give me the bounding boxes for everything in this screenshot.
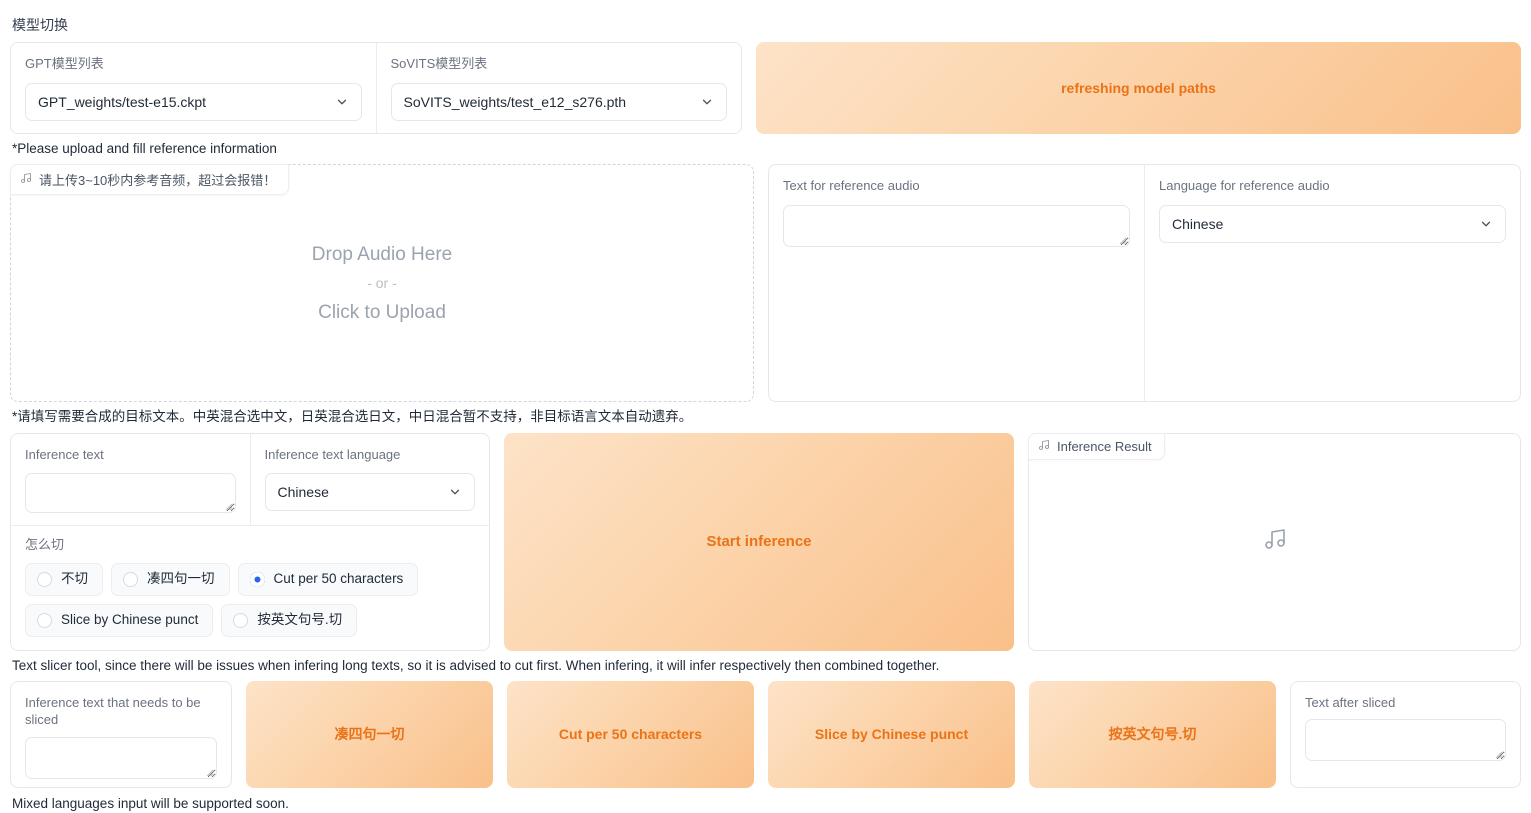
inference-result-chip: Inference Result xyxy=(1028,433,1165,460)
reference-text-label: Text for reference audio xyxy=(783,177,1130,195)
radio-slice-english-period[interactable]: 按英文句号.切 xyxy=(221,604,357,637)
inference-text-cell: Inference text xyxy=(11,434,250,526)
reference-section-label: *Please upload and fill reference inform… xyxy=(12,140,1521,158)
inference-input-panel: Inference text Inference text language C… xyxy=(10,433,490,651)
inference-result-panel[interactable]: Inference Result xyxy=(1028,433,1521,651)
start-inference-button[interactable]: Start inference xyxy=(504,433,1014,651)
slicer-button-four-sentences[interactable]: 凑四句一切 xyxy=(246,681,493,788)
slicer-row: Inference text that needs to be sliced 凑… xyxy=(10,681,1521,788)
reference-text-input[interactable] xyxy=(783,205,1130,247)
radio-slice-chinese-punct[interactable]: Slice by Chinese punct xyxy=(25,604,213,637)
slicer-output-label: Text after sliced xyxy=(1305,694,1506,712)
radio-indicator-icon xyxy=(37,613,52,628)
sovits-model-dropdown[interactable]: SoVITS_weights/test_e12_s276.pth xyxy=(391,83,728,121)
reference-row: 请上传3~10秒内参考音频，超过会报错！ Drop Audio Here - o… xyxy=(10,164,1521,402)
gpt-model-dropdown[interactable]: GPT_weights/test-e15.ckpt xyxy=(25,83,362,121)
inference-text-input[interactable] xyxy=(25,473,236,513)
drop-audio-text: Drop Audio Here xyxy=(312,239,452,270)
reference-audio-chip: 请上传3~10秒内参考音频，超过会报错！ xyxy=(10,164,289,195)
slicer-description: Text slicer tool, since there will be is… xyxy=(12,657,1521,675)
radio-label: Cut per 50 characters xyxy=(274,572,404,586)
slicer-input-label: Inference text that needs to be sliced xyxy=(25,694,217,729)
sovits-model-label: SoVITS模型列表 xyxy=(391,55,728,73)
radio-slice-four-sentences[interactable]: 凑四句一切 xyxy=(111,563,230,596)
slicer-input-textarea[interactable] xyxy=(25,737,217,779)
slicer-button-50-chars[interactable]: Cut per 50 characters xyxy=(507,681,754,788)
inference-text-wrap xyxy=(25,473,236,513)
music-note-icon xyxy=(1263,527,1287,556)
click-to-upload-text: Click to Upload xyxy=(318,297,446,328)
reference-text-panel: Text for reference audio Language for re… xyxy=(768,164,1521,402)
reference-audio-dropzone[interactable]: 请上传3~10秒内参考音频，超过会报错！ Drop Audio Here - o… xyxy=(10,164,754,402)
music-note-icon xyxy=(1038,439,1050,454)
model-switch-row: GPT模型列表 GPT_weights/test-e15.ckpt SoVITS… xyxy=(10,42,1521,134)
sovits-model-cell: SoVITS模型列表 SoVITS_weights/test_e12_s276.… xyxy=(376,43,742,133)
app-root: 模型切换 GPT模型列表 GPT_weights/test-e15.ckpt S… xyxy=(0,0,1531,813)
inference-text-row: Inference text Inference text language C… xyxy=(11,434,489,527)
reference-text-wrap xyxy=(783,205,1130,247)
reference-audio-chip-label: 请上传3~10秒内参考音频，超过会报错！ xyxy=(39,170,276,189)
reference-language-value: Chinese xyxy=(1172,216,1223,232)
radio-indicator-icon xyxy=(37,572,52,587)
radio-indicator-icon xyxy=(123,572,138,587)
reference-language-dropdown[interactable]: Chinese xyxy=(1159,205,1506,243)
slicer-input-wrap xyxy=(25,737,217,779)
chevron-down-icon xyxy=(700,95,714,109)
sovits-model-value: SoVITS_weights/test_e12_s276.pth xyxy=(404,94,627,110)
radio-slice-none[interactable]: 不切 xyxy=(25,563,103,596)
slicer-footer-note: Mixed languages input will be supported … xyxy=(12,795,1521,813)
inference-language-cell: Inference text language Chinese xyxy=(250,434,490,526)
slicer-button-english-period[interactable]: 按英文句号.切 xyxy=(1029,681,1276,788)
inference-section-label: *请填写需要合成的目标文本。中英混合选中文，日英混合选日文，中日混合暂不支持，非… xyxy=(12,408,1521,426)
gpt-model-label: GPT模型列表 xyxy=(25,55,362,73)
inference-row: Inference text Inference text language C… xyxy=(10,433,1521,651)
radio-label: 不切 xyxy=(61,572,88,586)
slicer-input-panel: Inference text that needs to be sliced xyxy=(10,681,232,788)
slice-method-label: 怎么切 xyxy=(25,536,475,554)
inference-result-chip-label: Inference Result xyxy=(1057,439,1152,454)
page-title: 模型切换 xyxy=(12,16,1521,34)
drop-or-text: - or - xyxy=(367,270,397,297)
inference-language-dropdown[interactable]: Chinese xyxy=(265,473,476,511)
radio-label: 按英文句号.切 xyxy=(257,613,342,627)
slicer-output-panel: Text after sliced xyxy=(1290,681,1521,788)
radio-slice-50-chars[interactable]: Cut per 50 characters xyxy=(238,563,419,596)
music-note-icon xyxy=(20,172,32,187)
chevron-down-icon xyxy=(448,485,462,499)
slicer-output-textarea[interactable] xyxy=(1305,719,1506,761)
reference-language-cell: Language for reference audio Chinese xyxy=(1144,165,1520,401)
chevron-down-icon xyxy=(1479,217,1493,231)
slice-method-section: 怎么切 不切 凑四句一切 Cut per 50 characters xyxy=(11,526,489,649)
gpt-model-cell: GPT模型列表 GPT_weights/test-e15.ckpt xyxy=(11,43,376,133)
radio-label: 凑四句一切 xyxy=(147,572,215,586)
reference-text-cell: Text for reference audio xyxy=(769,165,1144,401)
inference-language-value: Chinese xyxy=(278,484,329,500)
chevron-down-icon xyxy=(335,95,349,109)
inference-language-label: Inference text language xyxy=(265,446,476,464)
model-selectors-panel: GPT模型列表 GPT_weights/test-e15.ckpt SoVITS… xyxy=(10,42,742,134)
radio-indicator-icon xyxy=(233,613,248,628)
inference-text-label: Inference text xyxy=(25,446,236,464)
gpt-model-value: GPT_weights/test-e15.ckpt xyxy=(38,94,206,110)
slicer-output-wrap xyxy=(1305,719,1506,761)
refresh-model-paths-button[interactable]: refreshing model paths xyxy=(756,42,1521,134)
reference-language-label: Language for reference audio xyxy=(1159,177,1506,195)
slice-method-radio-group: 不切 凑四句一切 Cut per 50 characters Slice by … xyxy=(25,563,475,637)
slicer-button-chinese-punct[interactable]: Slice by Chinese punct xyxy=(768,681,1015,788)
radio-label: Slice by Chinese punct xyxy=(61,613,198,627)
radio-indicator-icon xyxy=(250,572,265,587)
